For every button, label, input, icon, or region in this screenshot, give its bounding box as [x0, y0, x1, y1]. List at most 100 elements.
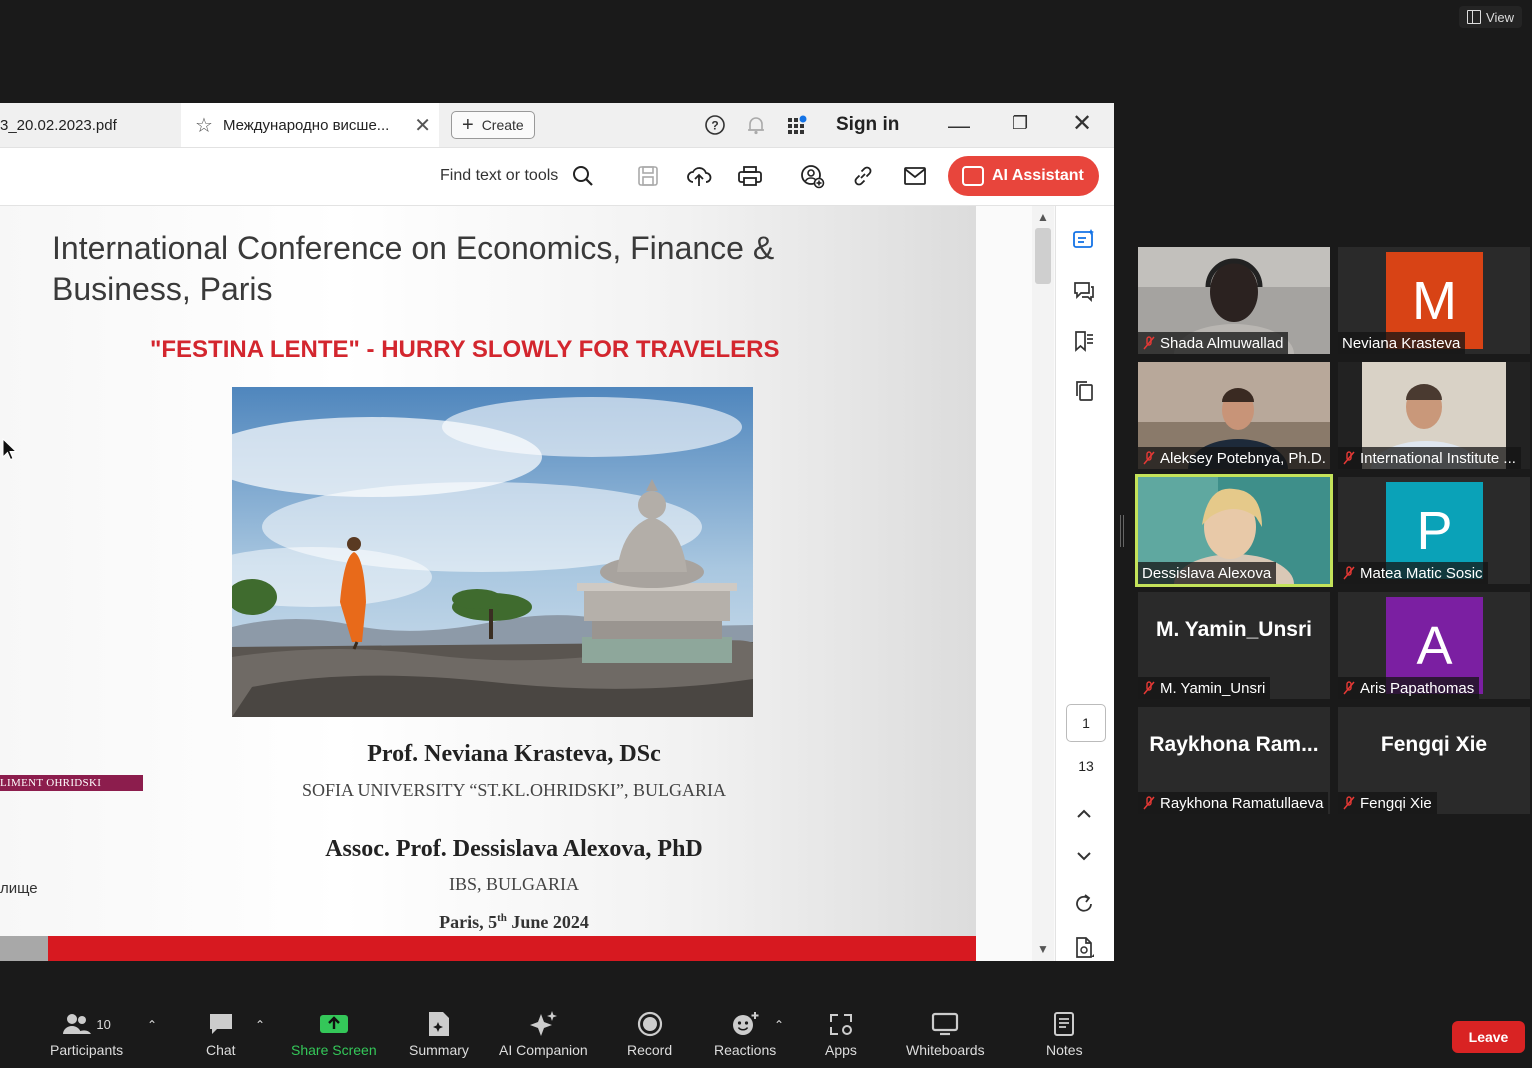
participant-tile-active-speaker[interactable]: Dessislava Alexova [1135, 474, 1333, 587]
mic-muted-icon [1142, 796, 1156, 810]
upload-cloud-icon[interactable] [685, 162, 713, 190]
close-window-icon[interactable]: ✕ [1072, 109, 1092, 138]
print-icon[interactable] [736, 162, 764, 190]
mail-icon[interactable] [901, 162, 929, 190]
pages-icon[interactable] [1069, 376, 1099, 406]
export-pdf-icon[interactable] [1069, 933, 1099, 961]
participant-name-tag: International Institute ... [1338, 447, 1521, 469]
mouse-cursor-icon [2, 437, 18, 467]
chat-label: Chat [206, 1042, 236, 1058]
reactions-button[interactable]: Reactions [714, 1010, 776, 1058]
participant-name: Aleksey Potebnya, Ph.D. [1160, 449, 1326, 467]
rotate-icon[interactable] [1069, 889, 1099, 919]
record-button[interactable]: Record [627, 1010, 672, 1058]
save-icon[interactable] [634, 162, 662, 190]
mic-muted-icon [1342, 566, 1356, 580]
apps-grid-icon[interactable] [786, 114, 808, 136]
whiteboards-label: Whiteboards [906, 1042, 985, 1058]
participant-tile[interactable]: International Institute ... [1338, 362, 1530, 469]
participant-tile[interactable]: A Aris Papathomas [1338, 592, 1530, 699]
participant-name-tag: Neviana Krasteva [1338, 332, 1466, 354]
ai-assistant-label: AI Assistant [992, 167, 1084, 184]
ai-assistant-icon [962, 166, 984, 186]
apps-button[interactable]: Apps [825, 1010, 857, 1058]
link-icon[interactable] [849, 162, 877, 190]
star-icon[interactable]: ☆ [195, 113, 213, 138]
document-viewport[interactable]: International Conference on Economics, F… [0, 206, 1055, 961]
share-user-icon[interactable] [798, 162, 826, 190]
reactions-caret-icon[interactable]: ⌃ [774, 1018, 784, 1032]
create-button[interactable]: + Create [451, 111, 535, 139]
participant-tile[interactable]: P Matea Matic Sosic [1338, 477, 1530, 584]
participants-button[interactable]: 10 Participants [50, 1010, 123, 1058]
participant-name-tag: Raykhona Ramatullaeva [1138, 792, 1329, 814]
author-2: Assoc. Prof. Dessislava Alexova, PhD [325, 836, 703, 862]
restore-icon[interactable]: ❐ [1012, 113, 1028, 134]
tab-active-document[interactable]: ☆ Международно висше... ✕ [181, 103, 439, 147]
find-text-field[interactable]: Find text or tools [440, 167, 558, 185]
participants-caret-icon[interactable]: ⌃ [147, 1018, 157, 1032]
comment-icon[interactable] [1069, 276, 1099, 306]
scrollbar-thumb[interactable] [1035, 228, 1051, 284]
tab-pdf-file[interactable]: 3_20.02.2023.pdf [0, 103, 180, 147]
whiteboards-button[interactable]: Whiteboards [906, 1010, 985, 1058]
ai-companion-button[interactable]: AI Companion [499, 1010, 588, 1058]
participant-name: Raykhona Ramatullaeva [1160, 794, 1324, 812]
participant-name-tag: Matea Matic Sosic [1338, 562, 1488, 584]
minimize-icon[interactable]: — [948, 113, 970, 139]
help-icon[interactable]: ? [704, 114, 726, 136]
close-tab-icon[interactable]: ✕ [414, 113, 431, 138]
participant-name: Neviana Krasteva [1342, 334, 1461, 352]
author-1: Prof. Neviana Krasteva, DSc [367, 741, 661, 767]
date-prefix: Paris, 5 [439, 912, 498, 932]
participant-name: Matea Matic Sosic [1360, 564, 1483, 582]
bookmark-icon[interactable] [1069, 326, 1099, 356]
notes-label: Notes [1046, 1042, 1083, 1058]
chat-icon [207, 1010, 235, 1038]
apps-label: Apps [825, 1042, 857, 1058]
scroll-down-icon[interactable]: ▼ [1037, 942, 1049, 956]
slide-title: International Conference on Economics, F… [52, 230, 775, 307]
mic-muted-icon [1142, 451, 1156, 465]
notes-icon [1052, 1010, 1076, 1038]
document-scrollbar[interactable]: ▲ ▼ [1032, 206, 1054, 961]
ai-assistant-button[interactable]: AI Assistant [948, 156, 1099, 196]
plus-icon: + [462, 114, 474, 136]
chat-caret-icon[interactable]: ⌃ [255, 1018, 265, 1032]
tab-label: Международно висше... [222, 116, 390, 134]
slide-footer-grey [0, 936, 48, 961]
participant-tile[interactable]: Aleksey Potebnya, Ph.D. [1138, 362, 1330, 469]
create-label: Create [481, 117, 524, 133]
chevron-down-icon[interactable] [1069, 841, 1099, 871]
participant-tile[interactable]: Shada Almuwallad [1138, 247, 1330, 354]
leave-button[interactable]: Leave [1452, 1021, 1525, 1053]
tab-label: 3_20.02.2023.pdf [0, 116, 117, 134]
participant-tile[interactable]: Fengqi Xie Fengqi Xie [1338, 707, 1530, 814]
edit-pdf-icon[interactable] [1069, 224, 1099, 254]
chevron-up-icon[interactable] [1069, 799, 1099, 829]
participant-tile[interactable]: M Neviana Krasteva [1338, 247, 1530, 354]
participant-display-name: Fengqi Xie [1380, 733, 1488, 756]
svg-text:?: ? [711, 119, 718, 133]
mic-muted-icon [1342, 451, 1356, 465]
notes-button[interactable]: Notes [1046, 1010, 1083, 1058]
participant-name-tag: Aleksey Potebnya, Ph.D. [1138, 447, 1330, 469]
chat-button[interactable]: Chat [206, 1010, 236, 1058]
bell-icon[interactable] [745, 114, 767, 136]
search-icon[interactable] [569, 162, 597, 190]
view-button[interactable]: View [1459, 6, 1522, 28]
ai-companion-icon [528, 1010, 558, 1038]
participant-tile[interactable]: Raykhona Ram... Raykhona Ramatullaeva [1138, 707, 1330, 814]
mic-muted-icon [1342, 796, 1356, 810]
page-total: 13 [1078, 758, 1094, 774]
apps-icon [827, 1010, 855, 1038]
page-number-input[interactable]: 1 [1066, 704, 1106, 742]
meeting-controls-bar: 10 Participants ⌃ Chat ⌃ Share Screen Su… [0, 1000, 1532, 1068]
scroll-up-icon[interactable]: ▲ [1037, 210, 1049, 224]
sign-in-link[interactable]: Sign in [836, 114, 899, 136]
split-view-divider[interactable] [1120, 515, 1124, 547]
reactions-icon [730, 1010, 760, 1038]
share-screen-button[interactable]: Share Screen [291, 1010, 377, 1058]
summary-button[interactable]: Summary [409, 1010, 469, 1058]
participant-tile[interactable]: M. Yamin_Unsri M. Yamin_Unsri [1138, 592, 1330, 699]
